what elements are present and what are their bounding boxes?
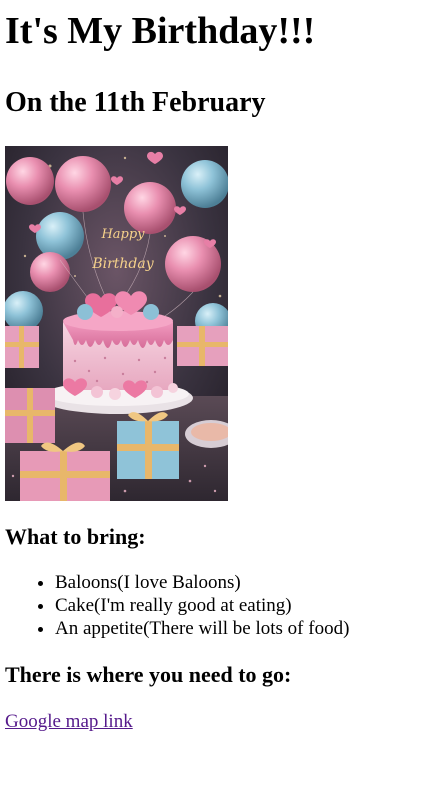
birthday-cake-image: Happy Birthday bbox=[5, 146, 228, 501]
event-date-heading: On the 11th February bbox=[5, 87, 266, 118]
list-item: Cake(I'm really good at eating) bbox=[55, 594, 428, 617]
list-item: Baloons(I love Baloons) bbox=[55, 571, 428, 594]
what-to-bring-heading: What to bring: bbox=[5, 524, 146, 549]
google-map-link[interactable]: Google map link bbox=[5, 710, 133, 733]
page-content: It's My Birthday!!! On the 11th February bbox=[5, 0, 428, 733]
bring-list: Baloons(I love Baloons) Cake(I'm really … bbox=[5, 571, 428, 640]
svg-text:Happy: Happy bbox=[100, 227, 145, 242]
list-item: An appetite(There will be lots of food) bbox=[55, 617, 428, 640]
svg-text:Birthday: Birthday bbox=[91, 256, 154, 272]
page-title: It's My Birthday!!! bbox=[5, 10, 316, 52]
location-heading: There is where you need to go: bbox=[5, 662, 292, 687]
